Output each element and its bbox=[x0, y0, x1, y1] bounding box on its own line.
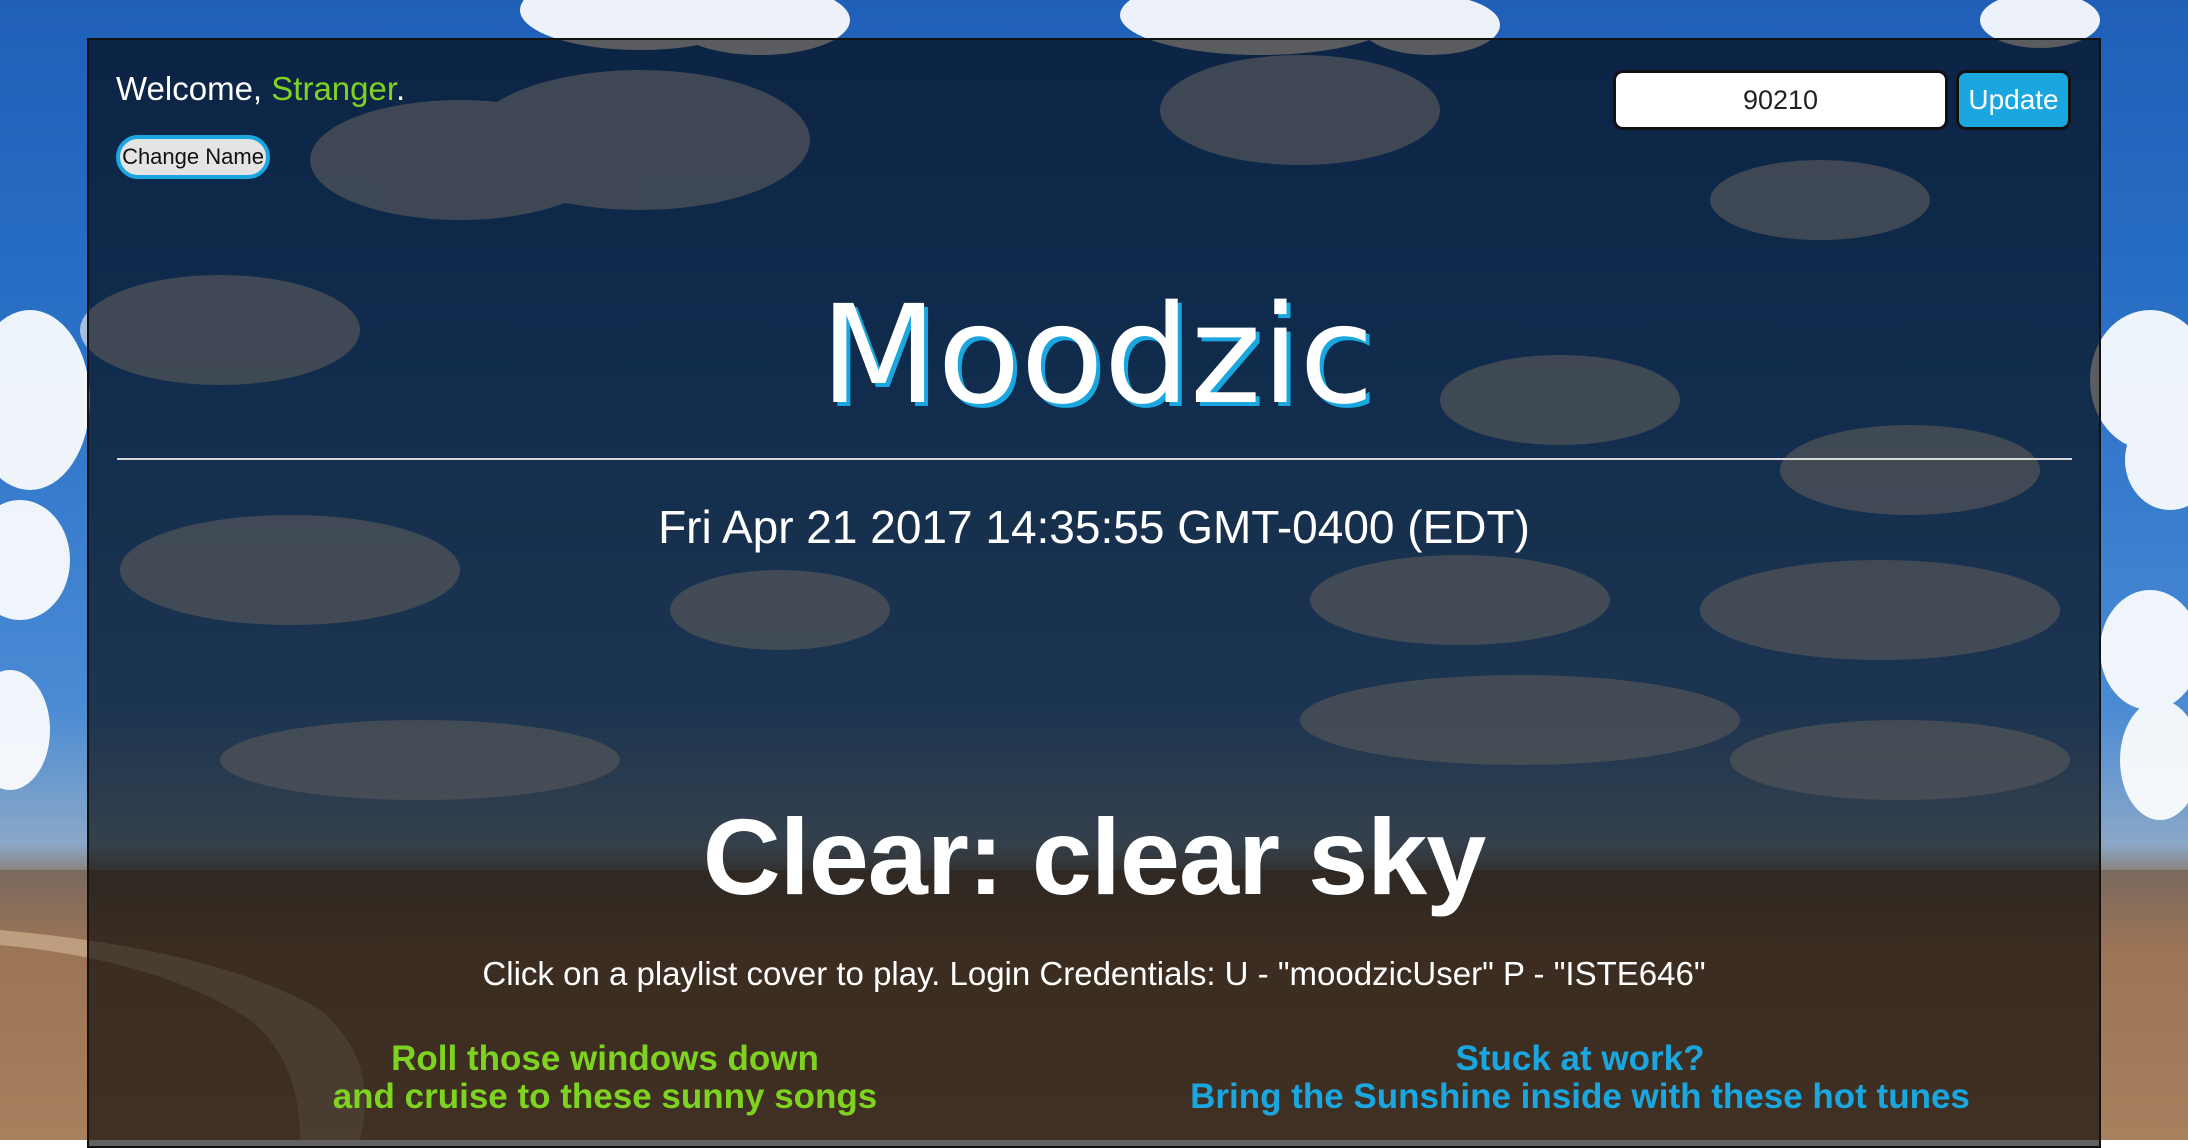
welcome-prefix: Welcome, bbox=[116, 70, 272, 107]
zip-code-input[interactable] bbox=[1613, 70, 1948, 130]
playlist-heading-line: Stuck at work? bbox=[1455, 1039, 1705, 1078]
playlist-heading-drive[interactable]: Roll those windows down and cruise to th… bbox=[260, 1040, 950, 1116]
welcome-message: Welcome, Stranger. bbox=[116, 70, 405, 108]
playlist-heading-line: Bring the Sunshine inside with these hot… bbox=[1190, 1077, 1970, 1116]
user-name: Stranger bbox=[271, 70, 397, 107]
playlist-heading-line: and cruise to these sunny songs bbox=[332, 1077, 878, 1116]
instructions-text: Click on a playlist cover to play. Login… bbox=[482, 955, 1706, 992]
current-datetime: Fri Apr 21 2017 14:35:55 GMT-0400 (EDT) bbox=[658, 501, 1530, 553]
welcome-suffix: . bbox=[396, 70, 406, 107]
weather-summary: Clear: clear sky bbox=[702, 796, 1487, 917]
logo-text: Moodzic bbox=[820, 277, 1374, 432]
app-logo: Moodzic Moodzic bbox=[0, 262, 2188, 437]
playlist-heading-line: Roll those windows down bbox=[391, 1039, 819, 1078]
change-name-button[interactable]: Change Name bbox=[116, 135, 270, 179]
moodzic-logo-svg: Moodzic Moodzic bbox=[820, 277, 1374, 432]
header-divider bbox=[117, 458, 2072, 460]
playlist-heading-work[interactable]: Stuck at work? Bring the Sunshine inside… bbox=[1130, 1040, 2030, 1116]
update-button[interactable]: Update bbox=[1956, 70, 2071, 130]
